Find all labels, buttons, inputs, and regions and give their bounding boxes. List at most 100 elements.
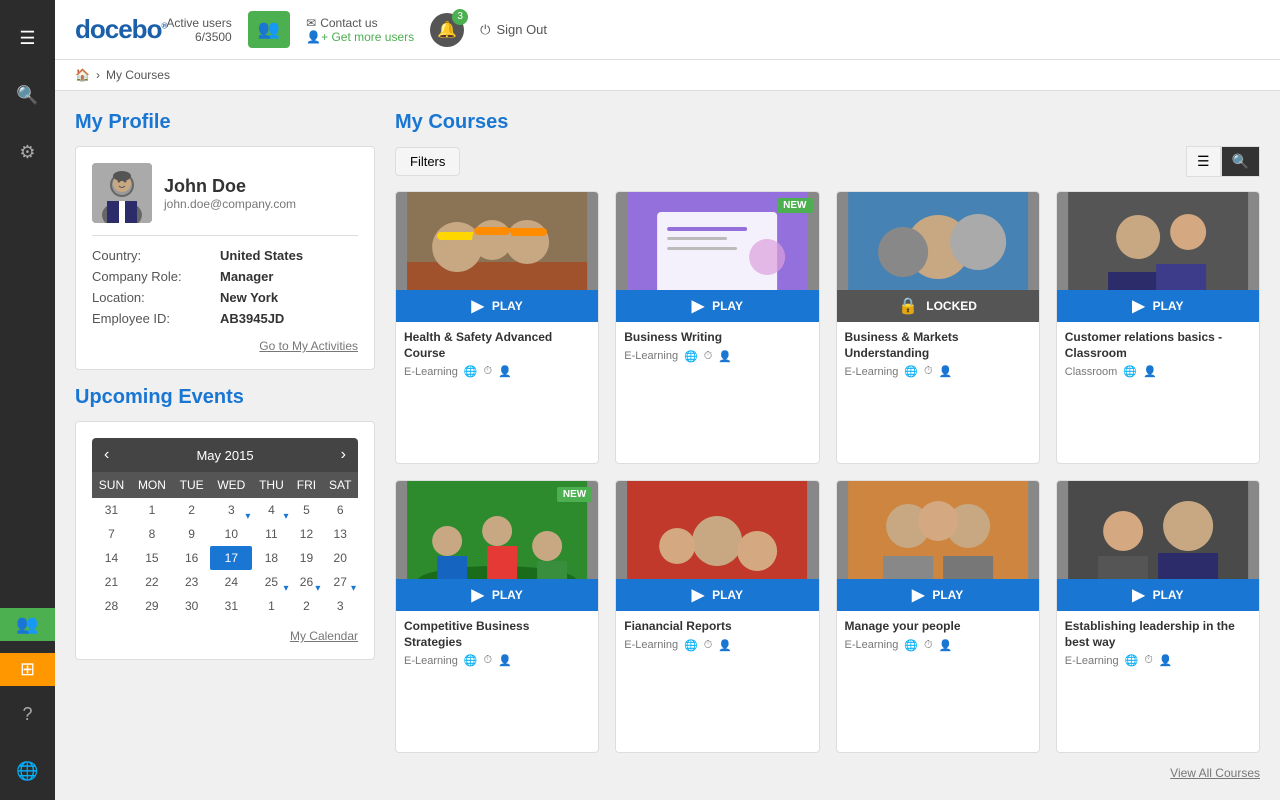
list-view-button[interactable]: ☰ bbox=[1186, 146, 1221, 177]
course-thumbnail: 🔒 LOCKED bbox=[837, 192, 1039, 322]
course-card: ▶ PLAY Health & Safety Advanced Course E… bbox=[395, 191, 599, 464]
table-row[interactable]: 13 bbox=[322, 522, 358, 546]
course-action-bar[interactable]: ▶ PLAY bbox=[616, 290, 818, 322]
course-info: Establishing leadership in the best way … bbox=[1057, 611, 1259, 752]
table-row[interactable]: 11 bbox=[252, 522, 290, 546]
empid-label: Employee ID: bbox=[92, 311, 212, 326]
table-row[interactable]: 22 bbox=[131, 570, 173, 594]
user-meta-icon: 👤 bbox=[1159, 654, 1173, 667]
go-to-activities-link[interactable]: Go to My Activities bbox=[259, 339, 358, 353]
calendar-prev-btn[interactable]: ‹ bbox=[104, 446, 109, 464]
course-title: Business & Markets Understanding bbox=[845, 330, 1031, 361]
course-type: E-Learning bbox=[404, 655, 458, 667]
table-row[interactable]: 14 bbox=[92, 546, 131, 570]
table-row[interactable]: 1 bbox=[252, 594, 290, 618]
course-thumbnail: ▶ PLAY bbox=[1057, 192, 1259, 322]
course-meta: E-Learning 🌐⏱👤 bbox=[404, 654, 590, 667]
course-action-bar[interactable]: ▶ PLAY bbox=[616, 579, 818, 611]
notification-bell[interactable]: 🔔 3 bbox=[430, 13, 464, 47]
table-row[interactable]: 25 bbox=[252, 570, 290, 594]
my-calendar-link[interactable]: My Calendar bbox=[290, 629, 358, 643]
course-action-bar[interactable]: ▶ PLAY bbox=[837, 579, 1039, 611]
breadcrumb-home[interactable]: 🏠 bbox=[75, 68, 90, 82]
sidebar-grid-icon[interactable]: ⊞ bbox=[0, 653, 55, 686]
table-row[interactable]: 3 bbox=[210, 498, 252, 522]
course-card: NEW ▶ PLAY Competitive Business Strategi… bbox=[395, 480, 599, 753]
sidebar-globe-icon[interactable]: 🌐 bbox=[0, 755, 55, 788]
grid-view-button[interactable]: 🔍 bbox=[1221, 146, 1260, 177]
table-row[interactable]: 12 bbox=[290, 522, 322, 546]
sidebar-menu-icon[interactable]: ☰ bbox=[0, 22, 55, 55]
table-row[interactable]: 24 bbox=[210, 570, 252, 594]
course-card: ▶ PLAY Customer relations basics - Class… bbox=[1056, 191, 1260, 464]
course-action-label: PLAY bbox=[1153, 299, 1184, 313]
course-card: 🔒 LOCKED Business & Markets Understandin… bbox=[836, 191, 1040, 464]
sidebar-users-icon[interactable]: 👥 bbox=[0, 608, 55, 641]
table-row[interactable]: 26 bbox=[290, 570, 322, 594]
table-row[interactable]: 7 bbox=[92, 522, 131, 546]
course-meta: E-Learning 🌐⏱👤 bbox=[845, 365, 1031, 378]
play-icon: ▶ bbox=[912, 585, 924, 605]
courses-toolbar: Filters bbox=[395, 147, 460, 176]
course-title: Health & Safety Advanced Course bbox=[404, 330, 590, 361]
table-row[interactable]: 28 bbox=[92, 594, 131, 618]
table-row[interactable]: 30 bbox=[173, 594, 210, 618]
sidebar-help-icon[interactable]: ? bbox=[0, 698, 55, 731]
course-action-bar[interactable]: 🔒 LOCKED bbox=[837, 290, 1039, 322]
role-label: Company Role: bbox=[92, 269, 212, 284]
course-info: Health & Safety Advanced Course E-Learni… bbox=[396, 322, 598, 463]
course-action-label: PLAY bbox=[712, 299, 743, 313]
course-action-bar[interactable]: ▶ PLAY bbox=[1057, 579, 1259, 611]
course-info: Customer relations basics - Classroom Cl… bbox=[1057, 322, 1259, 463]
table-row[interactable]: 16 bbox=[173, 546, 210, 570]
table-row[interactable]: 31 bbox=[92, 498, 131, 522]
table-row[interactable]: 6 bbox=[322, 498, 358, 522]
table-row[interactable]: 31 bbox=[210, 594, 252, 618]
table-row[interactable]: 29 bbox=[131, 594, 173, 618]
play-icon: ▶ bbox=[472, 296, 484, 316]
cal-sun: SUN bbox=[92, 472, 131, 498]
table-row[interactable]: 3 bbox=[322, 594, 358, 618]
table-row[interactable]: 27 bbox=[322, 570, 358, 594]
table-row[interactable]: 4 bbox=[252, 498, 290, 522]
view-all-courses-link[interactable]: View All Courses bbox=[1170, 766, 1260, 780]
user-meta-icon: 👤 bbox=[718, 639, 732, 652]
sidebar-gear-icon[interactable]: ⚙ bbox=[0, 136, 55, 169]
table-row[interactable]: 8 bbox=[131, 522, 173, 546]
filter-button[interactable]: Filters bbox=[395, 147, 460, 176]
user-meta-icon: 👤 bbox=[498, 365, 512, 378]
events-section-title: Upcoming Events bbox=[75, 386, 375, 409]
course-type: Classroom bbox=[1065, 366, 1118, 378]
course-title: Business Writing bbox=[624, 330, 810, 346]
table-row[interactable]: 5 bbox=[290, 498, 322, 522]
course-action-bar[interactable]: ▶ PLAY bbox=[396, 290, 598, 322]
table-row[interactable]: 15 bbox=[131, 546, 173, 570]
table-row[interactable]: 23 bbox=[173, 570, 210, 594]
topbar: docebo® Active users 6/3500 👥 ✉Contact u… bbox=[55, 0, 1280, 60]
sidebar-search-icon[interactable]: 🔍 bbox=[0, 79, 55, 112]
course-thumbnail: ▶ PLAY bbox=[616, 481, 818, 611]
table-row[interactable]: 21 bbox=[92, 570, 131, 594]
table-row[interactable]: 17 bbox=[210, 546, 252, 570]
users-icon-button[interactable]: 👥 bbox=[248, 11, 290, 48]
course-type: E-Learning bbox=[1065, 655, 1119, 667]
avatar-svg bbox=[92, 163, 152, 223]
course-action-bar[interactable]: ▶ PLAY bbox=[1057, 290, 1259, 322]
get-more-users[interactable]: 👤+ Get more users bbox=[306, 30, 414, 44]
table-row[interactable]: 9 bbox=[173, 522, 210, 546]
active-users-count: 6/3500 bbox=[166, 30, 231, 44]
table-row[interactable]: 20 bbox=[322, 546, 358, 570]
table-row[interactable]: 2 bbox=[173, 498, 210, 522]
table-row[interactable]: 1 bbox=[131, 498, 173, 522]
user-meta-icon: 👤 bbox=[498, 654, 512, 667]
table-row[interactable]: 2 bbox=[290, 594, 322, 618]
table-row[interactable]: 18 bbox=[252, 546, 290, 570]
table-row[interactable]: 10 bbox=[210, 522, 252, 546]
course-action-bar[interactable]: ▶ PLAY bbox=[396, 579, 598, 611]
sign-out-button[interactable]: ⏻ Sign Out bbox=[480, 22, 547, 38]
country-value: United States bbox=[220, 248, 303, 263]
calendar-next-btn[interactable]: › bbox=[341, 446, 346, 464]
table-row[interactable]: 19 bbox=[290, 546, 322, 570]
profile-header: John Doe john.doe@company.com bbox=[92, 163, 358, 236]
cal-mon: MON bbox=[131, 472, 173, 498]
